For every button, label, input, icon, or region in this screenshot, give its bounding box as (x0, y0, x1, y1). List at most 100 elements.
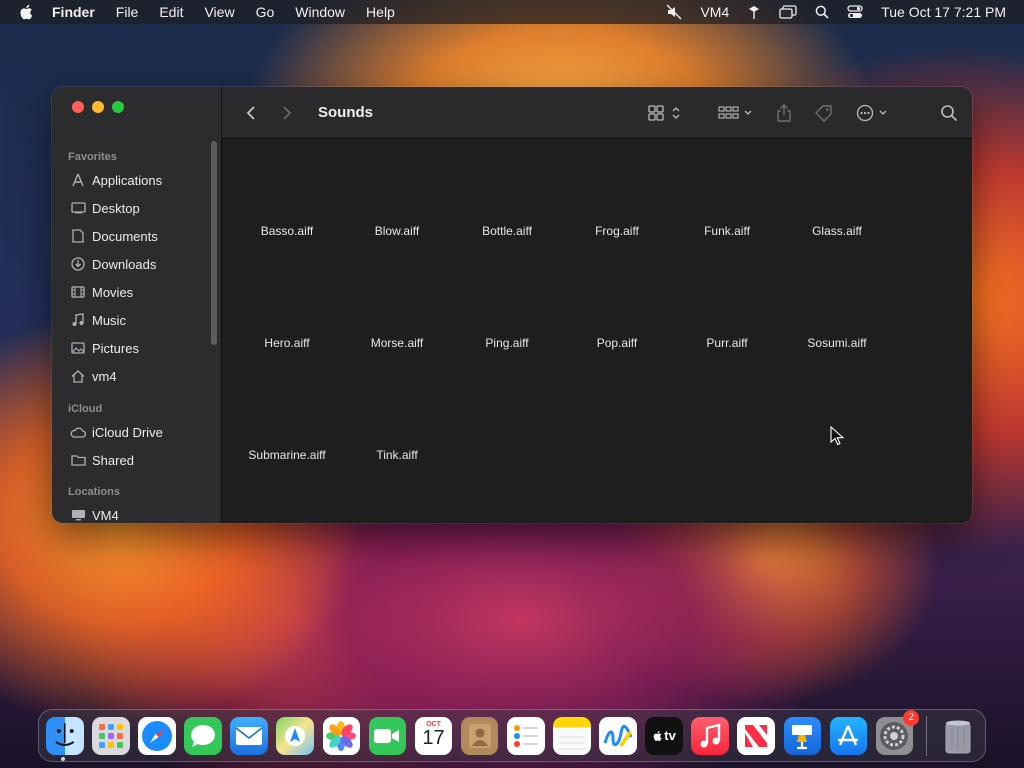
sidebar-item-pictures[interactable]: Pictures (52, 334, 221, 362)
more-actions-button[interactable] (856, 104, 890, 122)
sidebar-item-vm4[interactable]: VM4 (52, 501, 221, 523)
file-item[interactable]: Submarine.aiff (232, 448, 342, 462)
menu-go[interactable]: Go (256, 4, 275, 20)
spotlight-icon[interactable] (815, 5, 829, 19)
chevron-left-icon (246, 105, 255, 120)
dock-separator (925, 715, 927, 756)
dock-contacts[interactable] (460, 716, 499, 755)
sidebar-item-label: Desktop (92, 200, 140, 216)
dock-maps[interactable] (276, 716, 315, 755)
tags-button[interactable] (814, 104, 834, 122)
group-grid-icon (718, 106, 752, 119)
muted-speaker-icon[interactable] (666, 4, 682, 20)
dock-finder[interactable] (46, 716, 84, 755)
sidebar-item-label: Music (92, 312, 126, 328)
envelope-icon (235, 726, 263, 745)
window-title: Sounds (318, 104, 373, 121)
share-button[interactable] (776, 104, 792, 122)
file-item[interactable]: Glass.aiff (782, 224, 892, 238)
tv-label: tv (664, 728, 676, 743)
menu-edit[interactable]: Edit (159, 4, 183, 20)
sidebar: Favorites Applications Desktop Documents… (52, 87, 222, 523)
dock-facetime[interactable] (368, 716, 407, 755)
forward-button[interactable] (278, 105, 296, 121)
dock-reminders[interactable] (506, 716, 545, 755)
sidebar-section-favorites: Favorites (68, 151, 117, 163)
sidebar-item-movies[interactable]: Movies (52, 278, 221, 306)
music-note-icon (700, 722, 721, 747)
sidebar-item-home[interactable]: vm4 (52, 362, 221, 390)
dock-calendar[interactable]: OCT 17 (414, 716, 453, 755)
dock-notes[interactable] (553, 716, 591, 755)
back-button[interactable] (242, 105, 260, 121)
dock-photos[interactable] (322, 716, 361, 755)
control-center-icon[interactable] (847, 5, 863, 19)
dock-launchpad[interactable] (92, 716, 130, 755)
dock-trash[interactable] (939, 717, 977, 755)
file-item[interactable]: Pop.aiff (562, 336, 672, 350)
sidebar-item-icloud-drive[interactable]: iCloud Drive (52, 418, 221, 446)
dock-tv[interactable]: tv (645, 716, 683, 755)
sidebar-item-music[interactable]: Music (52, 306, 221, 334)
pictures-icon (70, 340, 86, 356)
sidebar-scrollbar[interactable] (211, 141, 217, 345)
network-icon[interactable] (747, 4, 761, 20)
minimize-button[interactable] (92, 101, 104, 113)
file-item[interactable]: Purr.aiff (672, 336, 782, 350)
dock-safari[interactable] (138, 716, 176, 755)
dock-music[interactable] (691, 716, 729, 755)
file-item[interactable]: Ping.aiff (452, 336, 562, 350)
file-item[interactable]: Hero.aiff (232, 336, 342, 350)
dock-app-store[interactable] (829, 716, 868, 755)
music-icon (70, 312, 86, 328)
file-item[interactable]: Tink.aiff (342, 448, 452, 462)
freeform-scribble-icon (603, 724, 633, 747)
menu-file[interactable]: File (116, 4, 139, 20)
sidebar-section-icloud: iCloud (68, 403, 103, 415)
dock-mail[interactable] (230, 716, 268, 755)
file-item[interactable]: Blow.aiff (342, 224, 452, 238)
menu-view[interactable]: View (204, 4, 234, 20)
menu-window[interactable]: Window (295, 4, 345, 20)
chevron-right-icon (283, 105, 292, 120)
notes-lines-icon (558, 736, 585, 749)
main-pane: Sounds Basso.aiff Blow.aiff Bottle.aiff … (222, 87, 972, 523)
tag-icon (815, 105, 832, 122)
sidebar-item-label: Documents (92, 228, 158, 244)
sidebar-item-downloads[interactable]: Downloads (52, 250, 221, 278)
dock-system-settings[interactable]: 2 (875, 709, 920, 755)
person-card-icon (468, 723, 491, 748)
dock-news[interactable] (737, 716, 775, 755)
sidebar-item-label: Pictures (92, 340, 139, 356)
applications-icon (70, 172, 86, 188)
file-item[interactable]: Funk.aiff (672, 224, 782, 238)
view-mode-button[interactable] (648, 105, 682, 121)
close-button[interactable] (72, 101, 84, 113)
window-controls (72, 101, 221, 115)
file-item[interactable]: Bottle.aiff (452, 224, 562, 238)
user-label[interactable]: VM4 (700, 4, 729, 20)
menu-clock[interactable]: Tue Oct 17 7:21 PM (881, 4, 1006, 20)
screen-mirroring-icon[interactable] (779, 5, 797, 19)
sidebar-item-label: Applications (92, 172, 163, 188)
file-item[interactable]: Frog.aiff (562, 224, 672, 238)
search-button[interactable] (940, 104, 958, 122)
zoom-button[interactable] (112, 101, 124, 113)
menu-finder[interactable]: Finder (52, 4, 95, 20)
shared-folder-icon (70, 452, 86, 468)
group-by-button[interactable] (718, 105, 754, 121)
sidebar-item-desktop[interactable]: Desktop (52, 194, 221, 222)
file-item[interactable]: Sosumi.aiff (782, 336, 892, 350)
sidebar-section-locations: Locations (68, 486, 120, 498)
file-item[interactable]: Basso.aiff (232, 224, 342, 238)
sidebar-item-documents[interactable]: Documents (52, 222, 221, 250)
file-item[interactable]: Morse.aiff (342, 336, 452, 350)
menu-help[interactable]: Help (366, 4, 395, 20)
dock-keynote[interactable] (783, 716, 822, 755)
toolbar: Sounds (222, 87, 972, 139)
apple-menu-icon[interactable] (18, 3, 36, 21)
dock-freeform[interactable] (599, 716, 637, 755)
sidebar-item-shared[interactable]: Shared (52, 446, 221, 474)
dock-messages[interactable] (184, 716, 222, 755)
sidebar-item-applications[interactable]: Applications (52, 166, 221, 194)
